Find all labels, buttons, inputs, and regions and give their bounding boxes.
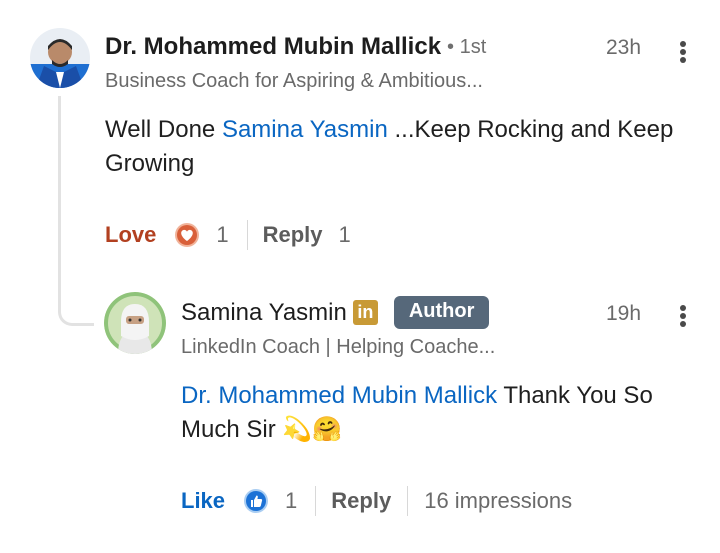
reply-count[interactable]: 1	[339, 222, 351, 248]
comment-author-name[interactable]: Dr. Mohammed Mubin Mallick	[105, 33, 441, 61]
thread-connector-line	[58, 96, 94, 326]
comment-actions: Love 1 Reply 1	[105, 220, 351, 250]
avatar[interactable]	[104, 292, 166, 354]
author-tag: Author	[393, 296, 490, 329]
more-options-icon[interactable]	[671, 301, 695, 331]
reply-text: Dr. Mohammed Mubin Mallick Thank You So …	[181, 379, 701, 447]
comment-text: Well Done Samina Yasmin ...Keep Rocking …	[105, 113, 695, 181]
impressions-count[interactable]: 16 impressions	[424, 488, 572, 514]
reply-author-line: Samina Yasmin in Author	[181, 296, 490, 329]
more-options-icon[interactable]	[671, 37, 695, 67]
reply-button[interactable]: Reply	[263, 222, 323, 248]
avatar[interactable]	[30, 28, 90, 88]
love-count[interactable]: 1	[216, 222, 228, 248]
comment-author-line: Dr. Mohammed Mubin Mallick • 1st	[105, 33, 486, 61]
comment-text-before: Well Done	[105, 116, 222, 143]
emoji-sparkle-hug: 💫🤗	[282, 416, 343, 443]
love-reaction-button[interactable]: Love	[105, 222, 156, 248]
action-divider	[246, 220, 248, 250]
connection-degree: • 1st	[447, 35, 487, 58]
linkedin-premium-badge-icon: in	[352, 300, 378, 325]
comment-author-headline: Business Coach for Aspiring & Ambitious.…	[105, 70, 483, 92]
love-heart-icon	[174, 222, 200, 248]
like-count[interactable]: 1	[285, 488, 297, 514]
action-divider	[315, 486, 317, 516]
reply-author-name[interactable]: Samina Yasmin	[181, 299, 347, 327]
mention-link[interactable]: Dr. Mohammed Mubin Mallick	[181, 382, 497, 409]
comment-timestamp: 23h	[606, 36, 642, 59]
mention-link[interactable]: Samina Yasmin	[222, 116, 388, 143]
reply-author-headline: LinkedIn Coach | Helping Coache...	[181, 336, 496, 358]
reply-actions: Like 1 Reply 16 impressions	[181, 486, 572, 516]
like-reaction-button[interactable]: Like	[181, 488, 225, 514]
action-divider	[407, 486, 409, 516]
reply-timestamp: 19h	[606, 302, 642, 325]
thumbs-up-icon	[243, 488, 269, 514]
reply-button[interactable]: Reply	[331, 488, 391, 514]
